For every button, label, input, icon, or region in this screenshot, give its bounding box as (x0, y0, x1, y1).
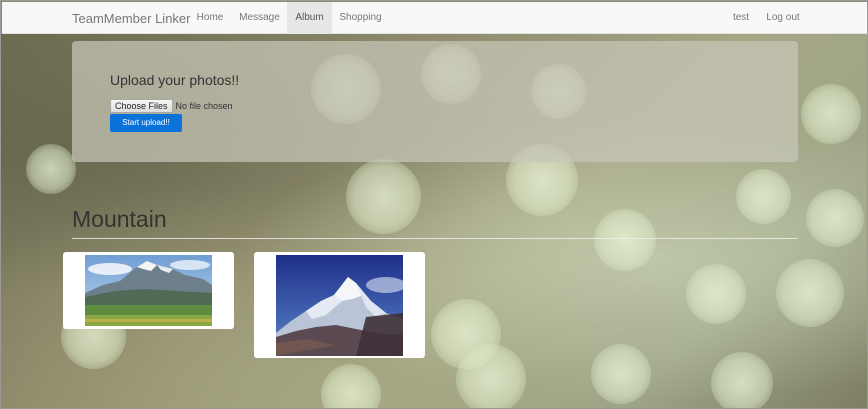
page-frame: TeamMember Linker Home Message Album Sho… (0, 0, 868, 409)
nav-album[interactable]: Album (287, 2, 332, 34)
choose-files-button[interactable]: Choose Files (110, 99, 173, 113)
mountain-photo-1 (85, 255, 212, 326)
upload-title: Upload your photos!! (110, 72, 240, 88)
album-divider (72, 238, 798, 239)
nav-message[interactable]: Message (232, 2, 287, 34)
album-title: Mountain (72, 206, 167, 232)
upload-panel: Upload your photos!! Choose Files No file… (72, 41, 798, 162)
nav-logout[interactable]: Log out (758, 2, 808, 34)
photo-thumbnail[interactable] (63, 252, 234, 329)
nav-user[interactable]: test (726, 2, 756, 34)
mountain-photo-2 (276, 255, 403, 356)
photo-thumbnail[interactable] (254, 252, 425, 358)
file-input: Choose Files No file chosen (110, 99, 233, 113)
file-status-text: No file chosen (175, 101, 233, 111)
nav-shopping[interactable]: Shopping (332, 2, 389, 34)
start-upload-button[interactable]: Start upload!! (110, 114, 182, 132)
brand-link[interactable]: TeamMember Linker (72, 11, 191, 26)
nav-home[interactable]: Home (188, 2, 232, 34)
top-navbar: TeamMember Linker Home Message Album Sho… (2, 2, 867, 34)
